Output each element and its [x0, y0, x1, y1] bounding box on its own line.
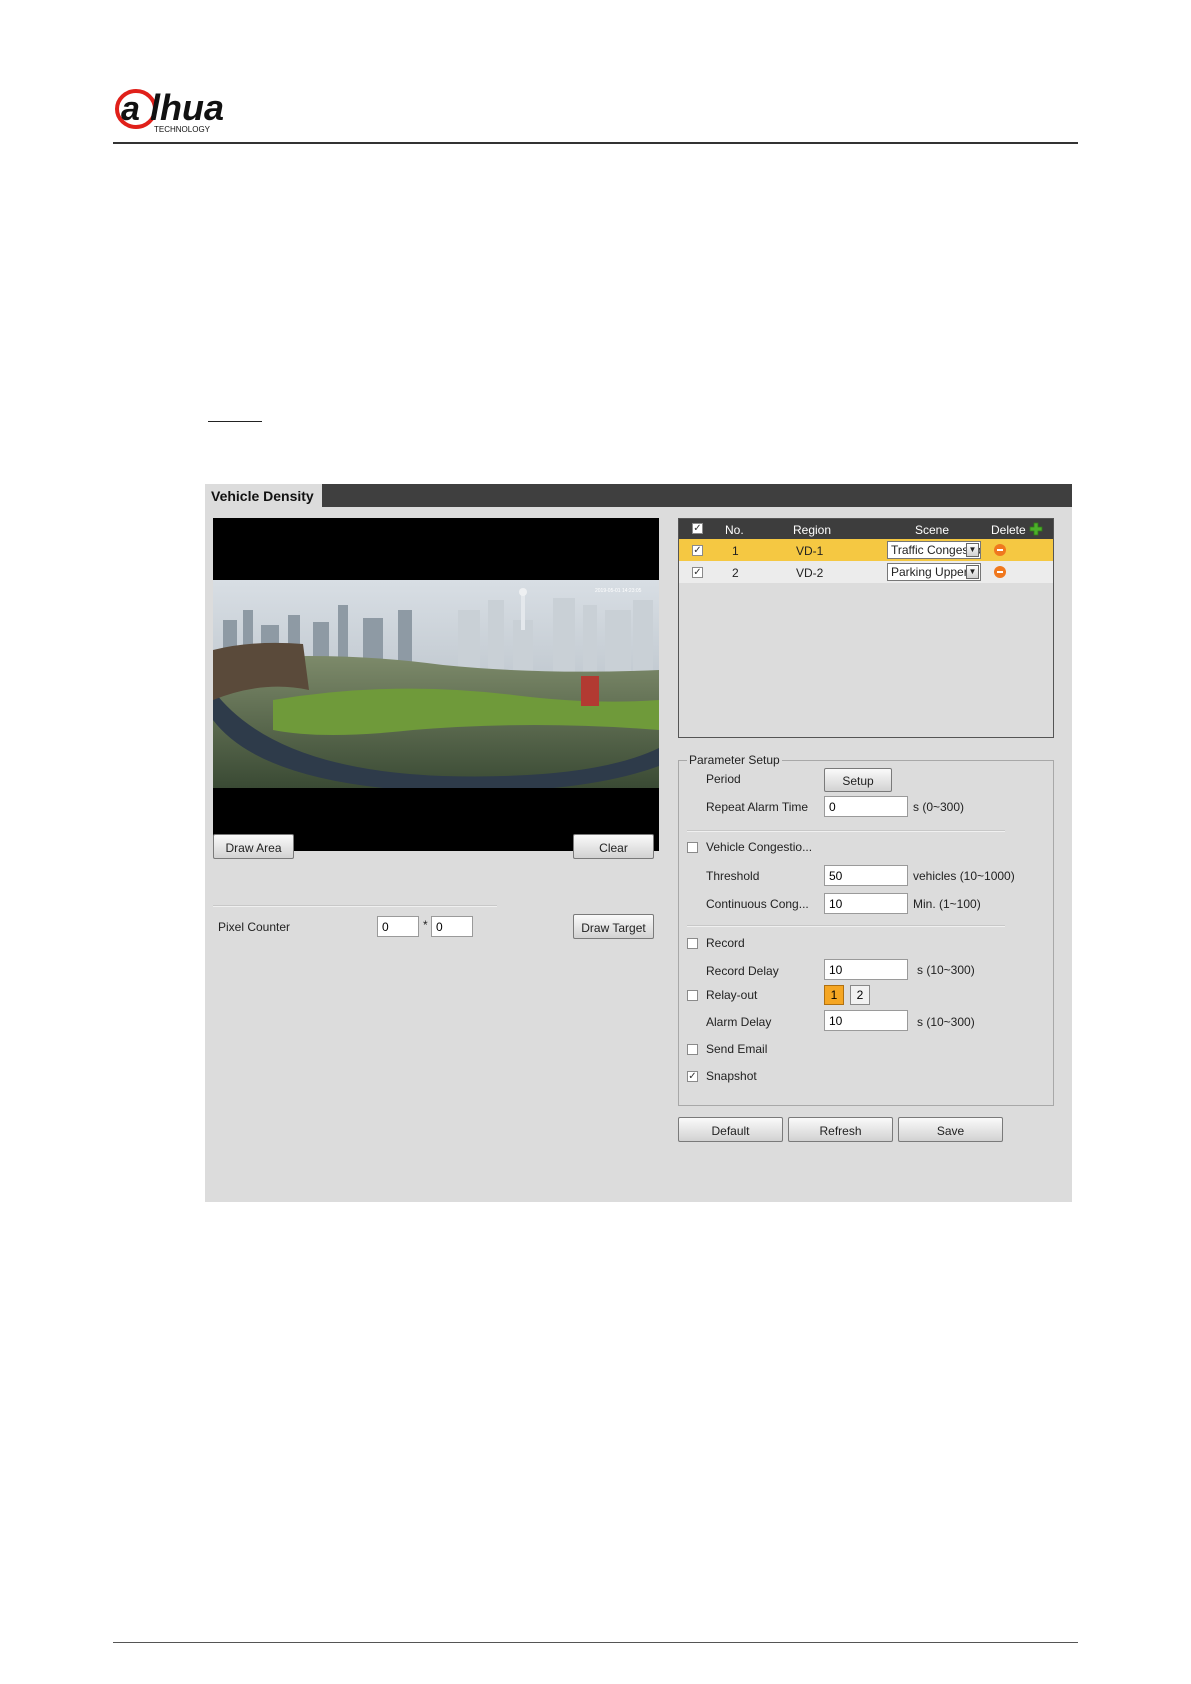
rule-row[interactable]: ✓ 2 VD-2 Parking Upper ▼: [679, 561, 1053, 583]
alarm-delay-input[interactable]: [824, 1010, 908, 1031]
relay-1-button[interactable]: 1: [824, 985, 844, 1005]
rule-region: VD-2: [796, 566, 824, 580]
col-region-header: Region: [793, 523, 832, 537]
vehicle-density-panel: Vehicle Density 2019-05-01 14:23:05 Draw…: [205, 484, 1072, 1202]
send-email-checkbox[interactable]: [687, 1044, 698, 1055]
tab-vehicle-density[interactable]: Vehicle Density: [205, 484, 322, 507]
col-delete-header: Delete: [991, 523, 1026, 537]
rules-table-header: ✓ No. Region Scene Delete: [679, 519, 1053, 539]
svg-text:a: a: [121, 90, 140, 128]
rule-row[interactable]: ✓ 1 VD-1 Traffic Congestion ▼: [679, 539, 1053, 561]
threshold-label: Threshold: [706, 869, 760, 883]
rule-row-checkbox[interactable]: ✓: [692, 567, 703, 578]
default-button[interactable]: Default: [678, 1117, 783, 1142]
record-checkbox[interactable]: [687, 938, 698, 949]
period-label: Period: [706, 772, 741, 786]
vehicle-congestion-label: Vehicle Congestio...: [706, 840, 813, 854]
rule-no: 1: [732, 544, 739, 558]
refresh-button[interactable]: Refresh: [788, 1117, 893, 1142]
draw-target-button[interactable]: Draw Target: [573, 914, 654, 939]
dahua-logo: a lhua TECHNOLOGY: [112, 84, 272, 136]
select-all-checkbox[interactable]: ✓: [692, 523, 703, 534]
threshold-unit: vehicles (10~1000): [913, 869, 1015, 883]
svg-text:TECHNOLOGY: TECHNOLOGY: [154, 125, 211, 134]
pixel-counter-separator: *: [423, 918, 428, 932]
rule-row-checkbox[interactable]: ✓: [692, 545, 703, 556]
relay-out-checkbox[interactable]: [687, 990, 698, 1001]
divider: [213, 905, 497, 907]
scene-select-value: Parking Upper: [891, 565, 968, 579]
rule-region: VD-1: [796, 544, 824, 558]
continuous-congestion-input[interactable]: [824, 893, 908, 914]
scene-select[interactable]: Parking Upper ▼: [887, 563, 981, 581]
rules-table: ✓ No. Region Scene Delete ✓ 1 VD-1 Traff…: [678, 518, 1054, 738]
header-divider: [113, 142, 1078, 144]
repeat-alarm-time-input[interactable]: [824, 796, 908, 817]
continuous-congestion-label: Continuous Cong...: [706, 897, 809, 911]
col-no-header: No.: [725, 523, 744, 537]
add-rule-icon[interactable]: [1029, 522, 1043, 536]
scene-select[interactable]: Traffic Congestion ▼: [887, 541, 981, 559]
dropdown-arrow-icon: ▼: [966, 543, 979, 557]
send-email-label: Send Email: [706, 1042, 768, 1056]
relay-2-button[interactable]: 2: [850, 985, 870, 1005]
record-delay-unit: s (10~300): [917, 963, 975, 977]
draw-area-button[interactable]: Draw Area: [213, 834, 294, 859]
parameter-setup-group: Parameter Setup Period Setup Repeat Alar…: [678, 753, 1054, 1106]
pixel-counter-width-input[interactable]: [377, 916, 419, 937]
threshold-input[interactable]: [824, 865, 908, 886]
pixel-counter-label: Pixel Counter: [218, 920, 291, 934]
live-video-frame: 2019-05-01 14:23:05: [213, 580, 659, 788]
divider: [687, 925, 1005, 927]
repeat-alarm-time-label: Repeat Alarm Time: [706, 800, 809, 814]
footer-divider: [113, 1642, 1078, 1643]
record-label: Record: [706, 936, 745, 950]
alarm-delay-label: Alarm Delay: [706, 1015, 772, 1029]
repeat-alarm-time-unit: s (0~300): [913, 800, 965, 814]
panel-title-bar: Vehicle Density: [205, 484, 1072, 507]
delete-rule-icon[interactable]: [994, 544, 1006, 556]
video-preview[interactable]: 2019-05-01 14:23:05: [213, 518, 659, 851]
svg-text:lhua: lhua: [150, 87, 224, 128]
snapshot-checkbox[interactable]: ✓: [687, 1071, 698, 1082]
save-button[interactable]: Save: [898, 1117, 1003, 1142]
snapshot-label: Snapshot: [706, 1069, 757, 1083]
continuous-congestion-unit: Min. (1~100): [913, 897, 981, 911]
alarm-delay-unit: s (10~300): [917, 1015, 975, 1029]
vehicle-congestion-checkbox[interactable]: [687, 842, 698, 853]
dropdown-arrow-icon: ▼: [966, 565, 979, 579]
delete-rule-icon[interactable]: [994, 566, 1006, 578]
record-delay-input[interactable]: [824, 959, 908, 980]
record-delay-label: Record Delay: [706, 964, 779, 978]
divider: [687, 830, 1005, 832]
rule-no: 2: [732, 566, 739, 580]
step-underline: [208, 421, 262, 422]
col-scene-header: Scene: [915, 523, 950, 537]
relay-out-label: Relay-out: [706, 988, 758, 1002]
video-timestamp: 2019-05-01 14:23:05: [595, 588, 642, 594]
parameter-setup-legend: Parameter Setup: [687, 753, 782, 767]
clear-button[interactable]: Clear: [573, 834, 654, 859]
period-setup-button[interactable]: Setup: [824, 768, 892, 792]
pixel-counter-height-input[interactable]: [431, 916, 473, 937]
